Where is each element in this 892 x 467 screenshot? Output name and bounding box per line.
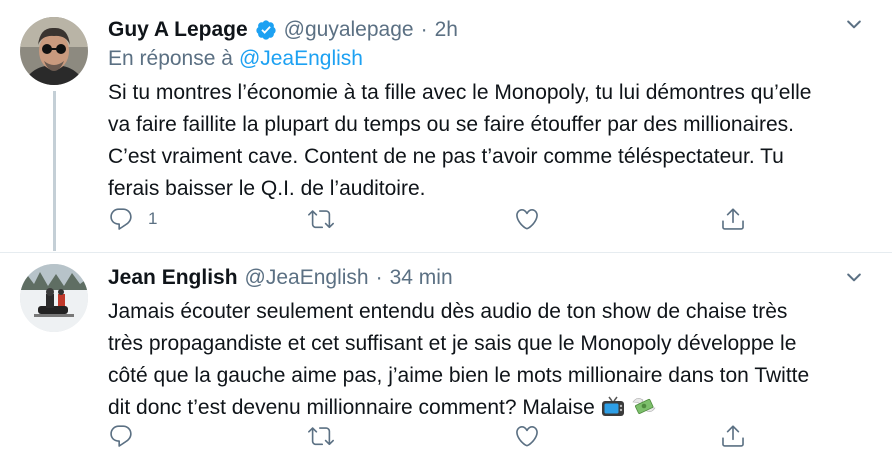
author-handle[interactable]: @guyalepage (284, 18, 414, 42)
retweet-icon (308, 427, 334, 446)
tweet-header: Jean English @JeaEnglish · 34 min (108, 264, 453, 292)
more-options-chevron-down-icon[interactable] (842, 265, 866, 289)
tweet-text-line: côté que la gauche aime pas, j’aime bien… (108, 364, 810, 387)
reply-icon (110, 425, 132, 447)
share-button[interactable] (720, 204, 746, 234)
author-name[interactable]: Jean English (108, 266, 238, 290)
heart-icon (516, 425, 538, 447)
retweet-button[interactable] (308, 421, 334, 451)
share-icon (722, 208, 744, 230)
retweet-button[interactable] (308, 204, 334, 234)
author-name[interactable]: Guy A Lepage (108, 18, 248, 42)
reply-context: En réponse à @JeaEnglish (108, 47, 363, 71)
tweet-text-line: va faire faillite la plupart du temps ou… (108, 113, 794, 136)
reply-icon (110, 208, 132, 230)
tweet-actions (108, 421, 808, 451)
separator-dot: · (420, 18, 428, 41)
tweet-text-line-content: dit donc t’est devenu millionnaire comme… (108, 396, 595, 419)
tweet-text: Jamais écouter seulement entendu dès aud… (108, 296, 888, 428)
author-handle[interactable]: @JeaEnglish (245, 266, 369, 290)
avatar[interactable] (20, 17, 88, 85)
tweet-timestamp[interactable]: 2h (435, 18, 458, 42)
tweet-jean-english[interactable]: Jean English @JeaEnglish · 34 min Jamais… (0, 252, 892, 467)
avatar[interactable] (20, 264, 88, 332)
reply-mention-link[interactable]: @JeaEnglish (239, 47, 363, 70)
tweet-actions: 1 (108, 204, 808, 234)
tweet-text-line: ferais baisser le Q.I. de l’auditoire. (108, 177, 426, 200)
share-button[interactable] (720, 421, 746, 451)
reply-button[interactable] (108, 421, 148, 451)
tweet-text-line: C’est vraiment cave. Content de ne pas t… (108, 145, 784, 168)
reply-button[interactable]: 1 (108, 204, 157, 234)
reply-prefix: En réponse à (108, 47, 233, 70)
tweet-text-line: Si tu montres l’économie à ta fille avec… (108, 81, 812, 104)
tweet-guy-lepage[interactable]: Guy A Lepage @guyalepage · 2h En réponse… (0, 0, 892, 252)
tweet-text: Si tu montres l’économie à ta fille avec… (108, 77, 888, 205)
thread-connector-line (53, 91, 56, 251)
heart-icon (516, 208, 538, 230)
like-button[interactable] (514, 204, 540, 234)
more-options-chevron-down-icon[interactable] (842, 12, 866, 36)
tweet-text-line: Jamais écouter seulement entendu dès aud… (108, 300, 788, 323)
separator-dot: · (375, 266, 383, 289)
tweet-timestamp[interactable]: 34 min (390, 266, 453, 290)
tweet-text-line: très propagandiste et cet suffisant et j… (108, 332, 797, 355)
like-button[interactable] (514, 421, 540, 451)
retweet-icon (308, 210, 334, 229)
verified-badge-icon (255, 19, 277, 41)
tweet-header: Guy A Lepage @guyalepage · 2h (108, 16, 458, 44)
share-icon (722, 425, 744, 447)
reply-count: 1 (148, 209, 158, 228)
